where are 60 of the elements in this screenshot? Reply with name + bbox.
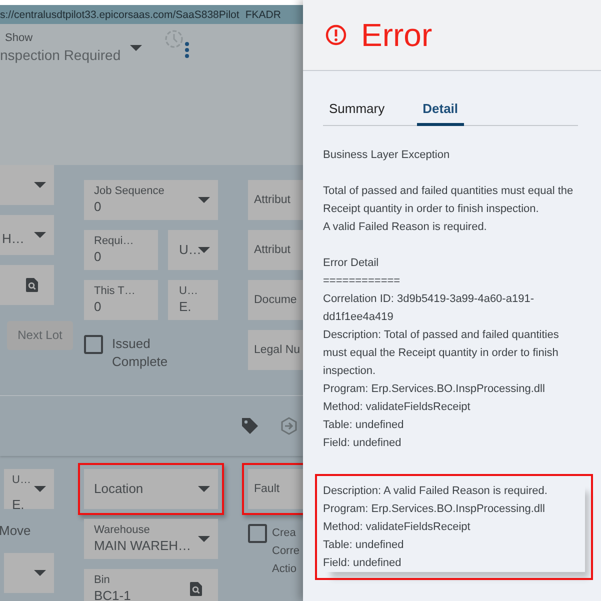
form-field[interactable]: This T… 0: [84, 280, 158, 320]
form-field[interactable]: Job Sequence 0: [84, 180, 218, 220]
error-text: Description: Total of passed and failed quantities must equal the Receipt quantity in order to finish inspection.: [323, 328, 560, 379]
user-name: FKADR: [245, 8, 281, 20]
field-label: Move: [0, 522, 32, 540]
error-text: ============: [323, 274, 402, 289]
caret-icon: [34, 486, 46, 492]
show-dropdown[interactable]: Show nspection Required: [0, 30, 150, 63]
error-title: Error: [361, 16, 432, 54]
error-text: Correlation ID: 3d9b5419-3a99-4a60-a191-dd1f1ee4a419: [323, 292, 535, 325]
error-text: Table: undefined: [323, 418, 405, 433]
error-text: Table: undefined: [323, 538, 405, 553]
form-field[interactable]: Requi… 0: [84, 230, 158, 270]
tab[interactable]: Detail: [416, 97, 464, 126]
caret-icon: [198, 247, 210, 253]
caret-icon: [198, 197, 210, 203]
form-field[interactable]: [0, 265, 54, 305]
tag-icon[interactable]: [240, 416, 260, 436]
error-text: Business Layer Exception: [323, 148, 451, 163]
checkbox-label: Issued Complete: [112, 335, 169, 371]
checkbox[interactable]: [84, 335, 103, 354]
checkbox[interactable]: [248, 524, 267, 543]
form-field[interactable]: Fault: [248, 469, 303, 509]
more-menu-icon[interactable]: [184, 41, 190, 59]
error-text: Error Detail: [323, 256, 380, 271]
error-text: Program: Erp.Services.BO.InspProcessing.dll: [323, 502, 546, 517]
form-field[interactable]: U… E.: [168, 280, 218, 320]
error-text: Total of passed and failed quantities must equal the Receipt quantity in order to finish inspection.: [323, 184, 574, 217]
form-field[interactable]: U… E.: [4, 469, 54, 509]
hexagon-arrow-icon[interactable]: [280, 417, 298, 435]
form-field[interactable]: Legal Nu: [248, 330, 303, 370]
form-field[interactable]: Attribut: [248, 230, 303, 270]
form-field[interactable]: Docume: [248, 280, 303, 320]
error-text: A valid Failed Reason is required.: [323, 220, 488, 235]
error-text: Field: undefined: [323, 436, 402, 451]
search-icon[interactable]: [26, 278, 38, 292]
error-text: Method: validateFieldsReceipt: [323, 520, 472, 535]
caret-icon: [198, 536, 210, 542]
form-field[interactable]: Location: [84, 469, 218, 509]
caret-icon: [34, 182, 46, 188]
form-field[interactable]: Bin BC1-1: [84, 569, 218, 601]
url-text: s://centralusdtpilot33.epicorsaas.com/SaaS838Pilot: [0, 8, 240, 20]
caret-icon: [130, 45, 142, 51]
tab[interactable]: Summary: [323, 97, 391, 126]
form-field[interactable]: H…: [0, 215, 54, 255]
error-text: Method: validateFieldsReceipt: [323, 400, 472, 415]
caret-icon: [34, 570, 46, 576]
search-icon[interactable]: [190, 582, 202, 596]
form-field[interactable]: Warehouse MAIN WAREH…: [84, 519, 218, 559]
caret-icon: [198, 486, 210, 492]
caret-icon: [34, 232, 46, 238]
error-text: Program: Erp.Services.BO.InspProcessing.dll: [323, 382, 546, 397]
error-icon: [325, 24, 347, 46]
error-text: Description: A valid Failed Reason is required.: [323, 484, 548, 499]
form-field[interactable]: U…: [168, 230, 218, 270]
form-field[interactable]: Attribut: [248, 180, 303, 220]
checkbox-label: Crea Corre Actio: [272, 526, 301, 577]
form-field[interactable]: [0, 165, 54, 205]
error-text: Field: undefined: [323, 556, 402, 571]
form-field[interactable]: [4, 553, 54, 593]
